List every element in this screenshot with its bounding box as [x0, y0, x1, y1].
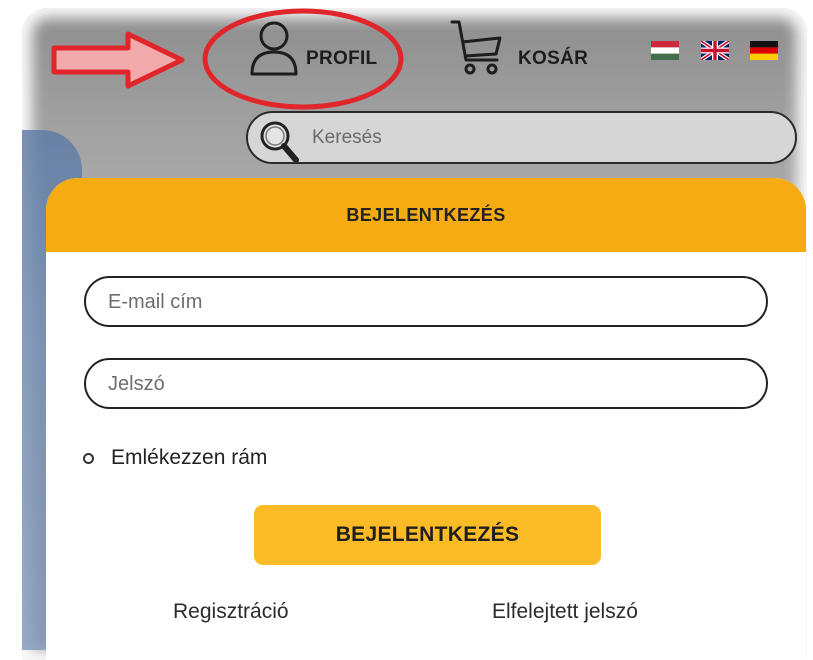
app-screen: PROFIL KOSÁR Keresés BEJELENTKEZÉS E-mai…: [0, 0, 813, 660]
search-input[interactable]: [312, 125, 772, 151]
email-input[interactable]: [108, 290, 728, 314]
forgot-password-link[interactable]: Elfelejtett jelszó: [492, 600, 638, 624]
annotation-arrow-icon: [51, 31, 185, 89]
cart-label: KOSÁR: [518, 48, 589, 69]
login-button-label: BEJELENTKEZÉS: [335, 523, 520, 546]
profile-link[interactable]: PROFIL: [248, 20, 377, 76]
password-input[interactable]: [108, 372, 728, 396]
login-panel-header: BEJELENTKEZÉS: [46, 178, 806, 252]
hungarian-flag-icon[interactable]: [651, 41, 679, 60]
login-button[interactable]: BEJELENTKEZÉS: [254, 505, 601, 565]
remember-me-label: Emlékezzen rám: [111, 446, 268, 469]
profile-label: PROFIL: [306, 48, 378, 69]
cart-link[interactable]: KOSÁR: [450, 18, 588, 76]
email-field[interactable]: [84, 276, 768, 327]
search-icon: [260, 121, 299, 163]
login-panel: BEJELENTKEZÉS Emlékezzen rám BEJELENTKEZ…: [46, 178, 806, 660]
user-icon: [250, 21, 298, 76]
register-link[interactable]: Regisztráció: [173, 600, 289, 624]
cart-icon: [450, 20, 502, 75]
german-flag-icon[interactable]: [750, 41, 778, 60]
login-title: BEJELENTKEZÉS: [346, 204, 506, 225]
english-flag-icon[interactable]: [701, 41, 729, 60]
search-bar[interactable]: [246, 111, 797, 164]
remember-me-option[interactable]: Emlékezzen rám: [83, 446, 267, 470]
remember-me-radio[interactable]: [83, 452, 94, 464]
password-field[interactable]: [84, 358, 768, 409]
